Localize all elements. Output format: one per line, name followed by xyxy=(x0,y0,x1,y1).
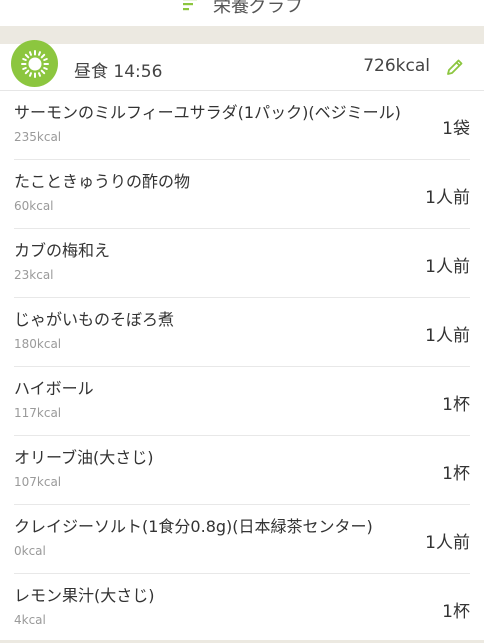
food-item-kcal: 117kcal xyxy=(14,406,61,420)
top-bar: 栄養グラフ xyxy=(0,0,484,26)
food-item[interactable]: サーモンのミルフィーユサラダ(1パック)(ベジミール) 235kcal 1袋 xyxy=(14,91,470,160)
food-item-quantity: 1人前 xyxy=(425,321,470,346)
pencil-icon xyxy=(445,57,465,77)
sun-icon xyxy=(11,40,58,87)
food-item-name: サーモンのミルフィーユサラダ(1パック)(ベジミール) xyxy=(14,99,401,123)
food-item-quantity: 1人前 xyxy=(425,183,470,208)
food-item[interactable]: たこときゅうりの酢の物 60kcal 1人前 xyxy=(14,160,470,229)
meal-total-kcal: 726kcal xyxy=(363,56,430,76)
meal-card: 昼食 14:56 726kcal サーモンのミルフィーユサラダ(1パック)(ベジ… xyxy=(0,44,484,640)
food-item-kcal: 0kcal xyxy=(14,544,46,558)
food-item-name: レモン果汁(大さじ) xyxy=(14,582,155,606)
edit-meal-button[interactable] xyxy=(444,56,466,78)
food-item[interactable]: じゃがいものそぼろ煮 180kcal 1人前 xyxy=(14,298,470,367)
food-item[interactable]: オリーブ油(大さじ) 107kcal 1杯 xyxy=(14,436,470,505)
food-item[interactable]: カブの梅和え 23kcal 1人前 xyxy=(14,229,470,298)
graph-icon xyxy=(181,0,199,14)
meal-header[interactable]: 昼食 14:56 726kcal xyxy=(0,44,484,91)
food-item-name: たこときゅうりの酢の物 xyxy=(14,168,190,192)
food-item-name: じゃがいものそぼろ煮 xyxy=(14,306,174,330)
food-item-quantity: 1人前 xyxy=(425,528,470,553)
nutrition-graph-label: 栄養グラフ xyxy=(213,0,303,18)
food-item-quantity: 1杯 xyxy=(442,597,470,622)
section-divider xyxy=(0,26,484,44)
meal-title: 昼食 14:56 xyxy=(74,57,162,82)
food-item-kcal: 60kcal xyxy=(14,199,54,213)
food-item-kcal: 23kcal xyxy=(14,268,54,282)
food-item-kcal: 107kcal xyxy=(14,475,61,489)
food-item[interactable]: クレイジーソルト(1食分0.8g)(日本緑茶センター) 0kcal 1人前 xyxy=(14,505,470,574)
food-item-kcal: 4kcal xyxy=(14,613,46,627)
food-item[interactable]: ハイボール 117kcal 1杯 xyxy=(14,367,470,436)
food-item-kcal: 180kcal xyxy=(14,337,61,351)
food-item-quantity: 1杯 xyxy=(442,390,470,415)
food-item-name: オリーブ油(大さじ) xyxy=(14,444,154,468)
nutrition-graph-button[interactable]: 栄養グラフ xyxy=(181,0,303,18)
food-item-quantity: 1人前 xyxy=(425,252,470,277)
food-item-name: カブの梅和え xyxy=(14,237,110,261)
food-item[interactable]: レモン果汁(大さじ) 4kcal 1杯 xyxy=(14,574,470,643)
food-item-quantity: 1袋 xyxy=(442,114,470,139)
food-item-name: クレイジーソルト(1食分0.8g)(日本緑茶センター) xyxy=(14,513,373,537)
food-item-kcal: 235kcal xyxy=(14,130,61,144)
food-item-name: ハイボール xyxy=(14,375,94,399)
food-item-quantity: 1杯 xyxy=(442,459,470,484)
